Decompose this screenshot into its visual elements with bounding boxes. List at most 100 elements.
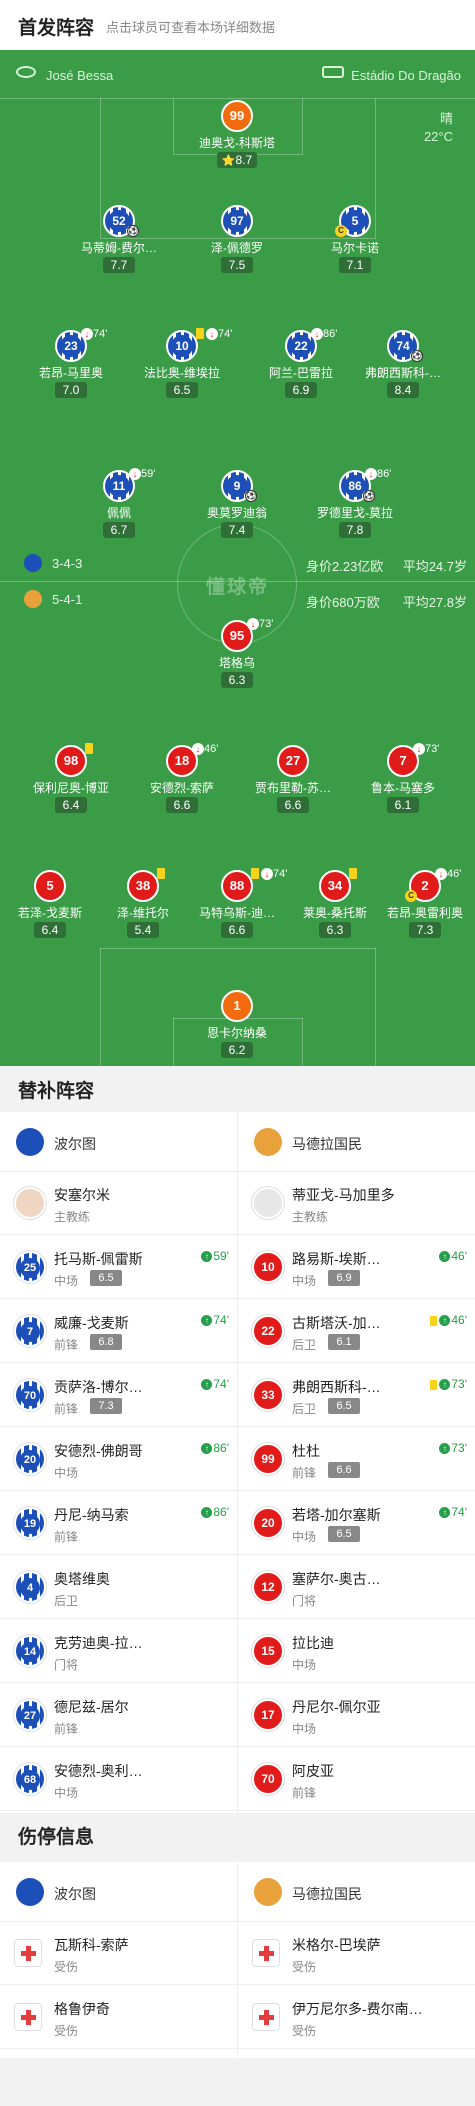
- player-card[interactable]: 9 ⚽ 奥莫罗迪翁 7.4: [187, 470, 287, 550]
- sub-on-marker: ↑ 73': [430, 1377, 467, 1391]
- player-card[interactable]: 7 ↓ 73' 鲁本-马塞多 6.1: [353, 743, 453, 825]
- player-card[interactable]: 52 ⚽ 马蒂姆-费尔… 7.7: [69, 205, 169, 285]
- player-name: 佩佩: [106, 506, 131, 520]
- player-name: 米格尔-巴埃萨: [292, 1937, 381, 1953]
- sub-player-row[interactable]: 14 克劳迪奥-拉… 门将: [0, 1620, 237, 1683]
- injury-row[interactable]: 瓦斯科-索萨 受伤: [0, 1922, 237, 1985]
- player-shirt[interactable]: 1: [221, 990, 253, 1022]
- sub-player-row[interactable]: 27 德尼兹-居尔 前锋: [0, 1684, 237, 1747]
- sub-player-row[interactable]: 99 杜杜 前锋 6.6 ↑ 73': [238, 1428, 475, 1491]
- sub-player-row[interactable]: 7 威廉-戈麦斯 前锋 6.8 ↑ 74': [0, 1300, 237, 1363]
- sub-player-row[interactable]: 4 奥塔维奥 后卫: [0, 1556, 237, 1619]
- injury-status: 受伤: [292, 2024, 317, 2038]
- sub-player-row[interactable]: 10 路易斯-埃斯… 中场 6.9 ↑ 46': [238, 1236, 475, 1299]
- sub-player-row[interactable]: 33 弗朗西斯科-… 后卫 6.5 ↑ 73': [238, 1364, 475, 1427]
- player-card[interactable]: 18 ↓ 46' 安德烈-索萨 6.6: [132, 743, 232, 825]
- player-card[interactable]: 95 ↓ 73' 塔格乌 6.3: [187, 618, 287, 700]
- player-shirt: 70: [14, 1379, 46, 1411]
- sub-on-icon: ↑: [439, 1443, 451, 1455]
- sub-on-icon: ↑: [439, 1507, 451, 1519]
- player-position: 中场: [54, 1466, 79, 1480]
- shirt-number: 11: [108, 475, 130, 497]
- sub-off-icon: ↓: [81, 328, 93, 341]
- yellow-card-icon: [430, 1315, 438, 1326]
- sub-player-row[interactable]: 17 丹尼尔-佩尔亚 中场: [238, 1684, 475, 1747]
- player-shirt[interactable]: 97: [221, 205, 253, 237]
- rating-value: 6.6: [173, 798, 191, 812]
- injury-row[interactable]: 格鲁伊奇 受伤: [0, 1986, 237, 2049]
- sub-player-row[interactable]: 70 贡萨洛-博尔… 前锋 7.3 ↑ 74': [0, 1364, 237, 1427]
- coach-row[interactable]: 蒂亚戈-马加里多 主教练: [238, 1172, 475, 1235]
- shirt-number: 27: [20, 1706, 40, 1726]
- home-team-name: 波尔图: [54, 1886, 96, 1902]
- player-shirt: 68: [14, 1763, 46, 1795]
- player-shirt[interactable]: 98: [55, 745, 87, 777]
- player-rating: 6.6: [328, 1462, 360, 1478]
- player-shirt[interactable]: 99: [221, 100, 253, 132]
- sub-player-row[interactable]: 20 若塔-加尔塞斯 中场 6.5 ↑ 74': [238, 1492, 475, 1555]
- player-rating: 7.1: [339, 257, 371, 273]
- sub-on-icon: ↑: [201, 1315, 213, 1327]
- player-position: 主教练: [292, 1210, 329, 1224]
- goal-ball-icon: ⚽: [127, 225, 139, 237]
- sub-on-marker: ↑ 74': [439, 1505, 467, 1519]
- sub-off-icon: ↓: [365, 468, 377, 481]
- away-stadium-name: Estádio Do Dragão: [351, 68, 461, 83]
- player-position: 主教练: [54, 1210, 91, 1224]
- sub-player-row[interactable]: 12 塞萨尔-奥古… 门将: [238, 1556, 475, 1619]
- player-card[interactable]: 27 贾布里勒-苏… 6.6: [243, 745, 343, 825]
- away-team-value: 身价680万欧: [306, 595, 380, 610]
- sub-player-row[interactable]: 19 丹尼-纳马索 前锋 ↑ 86': [0, 1492, 237, 1555]
- shirt-number: 97: [226, 210, 248, 232]
- player-card[interactable]: 23 ↓ 74' 若昂-马里奥 7.0: [21, 328, 121, 410]
- player-card[interactable]: 2 ↓ 46' C 若昂-奥雷利奥 7.3: [375, 868, 475, 950]
- sub-on-icon: ↑: [201, 1251, 213, 1263]
- sub-player-row[interactable]: 22 古斯塔沃-加… 后卫 6.1 ↑ 46': [238, 1300, 475, 1363]
- player-card[interactable]: 11 ↓ 59' 佩佩 6.7: [69, 468, 169, 550]
- player-shirt[interactable]: 10: [166, 330, 198, 362]
- home-team-value: 身价2.23亿欧: [306, 559, 384, 574]
- player-card[interactable]: 99 迪奥戈-科斯塔 ⭐8.7: [187, 100, 287, 180]
- player-card[interactable]: 1 恩卡尔纳桑 6.2: [187, 990, 287, 1066]
- player-shirt[interactable]: 34: [319, 870, 351, 902]
- sub-on-time: 86': [213, 1505, 229, 1519]
- sub-player-row[interactable]: 70 阿皮亚 前锋: [238, 1748, 475, 1811]
- player-shirt[interactable]: 5: [34, 870, 66, 902]
- sub-player-row[interactable]: 25 托马斯-佩雷斯 中场 6.5 ↑ 59': [0, 1236, 237, 1299]
- player-rating: 6.4: [55, 797, 87, 813]
- home-team-header[interactable]: 波尔图: [0, 1112, 237, 1172]
- sub-off-icon: ↓: [206, 328, 218, 341]
- away-team-header[interactable]: 马德拉国民: [238, 1112, 475, 1172]
- player-card[interactable]: 5 C 马尔卡诺 7.1: [305, 205, 405, 285]
- rating-value: 7.0: [62, 383, 80, 397]
- away-team-header[interactable]: 马德拉国民: [238, 1862, 475, 1922]
- player-rating: 6.5: [90, 1270, 122, 1286]
- sub-player-row[interactable]: 15 拉比迪 中场: [238, 1620, 475, 1683]
- coach-row[interactable]: 安塞尔米 主教练: [0, 1172, 237, 1235]
- player-card[interactable]: 86 ↓ 86' ⚽ 罗德里戈-莫拉 7.8: [305, 468, 405, 550]
- player-card[interactable]: 74 ⚽ 弗朗西斯科-… 8.4: [353, 330, 453, 410]
- player-shirt[interactable]: 27: [277, 745, 309, 777]
- player-shirt: 10: [252, 1251, 284, 1283]
- player-shirt[interactable]: 88: [221, 870, 253, 902]
- pitch-line: [100, 948, 101, 1066]
- player-card[interactable]: 98 保利尼奥-博亚 6.4: [21, 743, 121, 825]
- player-card[interactable]: 22 ↓ 86' 阿兰-巴雷拉 6.9: [251, 328, 351, 410]
- injuries-panel: 波尔图 瓦斯科-索萨 受伤 格鲁伊奇 受伤 马德拉国民 米格尔-巴埃萨 受伤 伊万尼尔多-…: [0, 1862, 475, 2058]
- shirt-number: 70: [20, 1386, 40, 1406]
- sub-off-icon: ↓: [311, 328, 323, 341]
- sub-player-row[interactable]: 68 安德烈-奥利… 中场: [0, 1748, 237, 1811]
- player-shirt: 20: [252, 1507, 284, 1539]
- player-shirt[interactable]: 38: [127, 870, 159, 902]
- sub-player-row[interactable]: 20 安德烈-佛朗哥 中场 ↑ 86': [0, 1428, 237, 1491]
- yellow-card-icon: [157, 868, 165, 879]
- sub-off-time: 46': [447, 868, 462, 880]
- player-card[interactable]: 88 ↓ 74' 马特乌斯-迪… 6.6: [187, 868, 287, 950]
- player-name: 丹尼-纳马索: [54, 1507, 129, 1523]
- home-team-header[interactable]: 波尔图: [0, 1862, 237, 1922]
- injury-row[interactable]: 米格尔-巴埃萨 受伤: [238, 1922, 475, 1985]
- player-card[interactable]: 10 ↓ 74' 法比奥-维埃拉 6.5: [132, 328, 232, 410]
- injury-row[interactable]: 伊万尼尔多-费尔南… 受伤: [238, 1986, 475, 2049]
- player-card[interactable]: 97 泽-佩德罗 7.5: [187, 205, 287, 285]
- sub-off-marker: ↓ 74': [206, 328, 232, 341]
